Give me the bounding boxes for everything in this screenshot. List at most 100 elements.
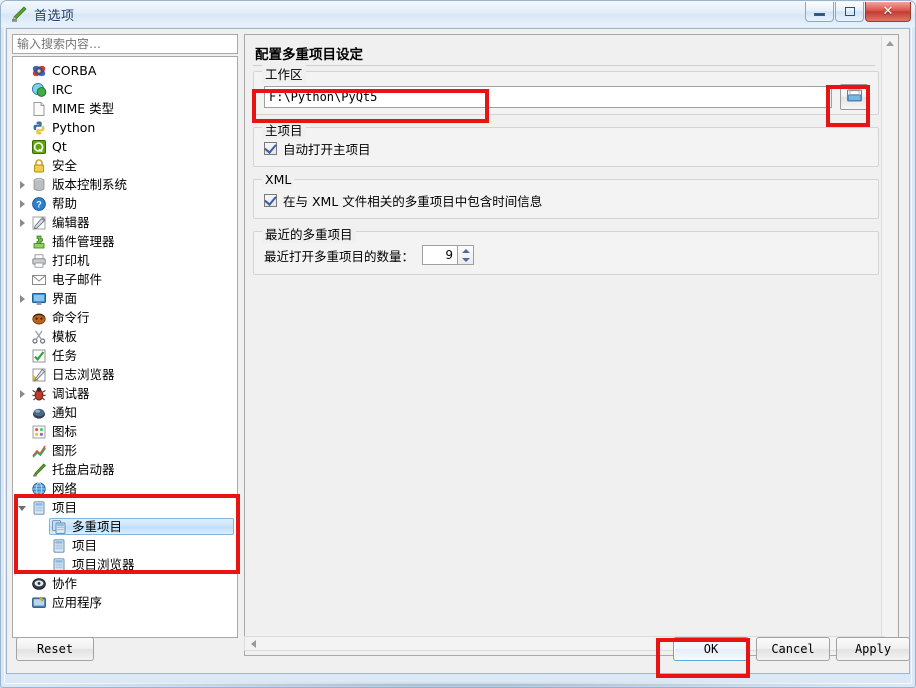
cancel-button[interactable]: Cancel — [756, 637, 830, 661]
tree-item-content[interactable]: 项目 — [49, 537, 234, 554]
close-button[interactable]: ✕ — [865, 2, 911, 22]
tree-item-label: 帮助 — [52, 195, 78, 211]
tree-item-content[interactable]: 协作 — [29, 575, 234, 592]
tree-item-23[interactable]: 项目 — [13, 498, 237, 517]
tree-item-content[interactable]: IRC — [29, 81, 234, 98]
tree-item-content[interactable]: 应用程序 — [29, 594, 234, 611]
tree-item-content[interactable]: 日志浏览器 — [29, 366, 234, 383]
tree-item-content[interactable]: 多重项目 — [49, 518, 234, 535]
stepper-down-icon[interactable] — [461, 257, 470, 262]
search-input[interactable] — [12, 34, 238, 54]
tree-item-17[interactable]: 调试器 — [13, 384, 237, 403]
recent-count-stepper[interactable] — [458, 245, 475, 265]
tree-item-11[interactable]: 电子邮件 — [13, 270, 237, 289]
tree-item-28[interactable]: 应用程序 — [13, 593, 237, 612]
tree-item-content[interactable]: 打印机 — [29, 252, 234, 269]
tree-item-19[interactable]: 图标 — [13, 422, 237, 441]
recent-count-input[interactable]: 9 — [422, 245, 459, 265]
tree-item-2[interactable]: MIME 类型 — [13, 99, 237, 118]
tree-item-content[interactable]: 调试器 — [29, 385, 234, 402]
recent-group-label: 最近的多重项目 — [262, 224, 356, 243]
title-bar[interactable]: 首选项 ✕ — [1, 1, 915, 27]
expand-arrow-icon[interactable] — [15, 178, 29, 192]
scroll-left-button[interactable] — [246, 637, 260, 650]
collapse-arrow-icon[interactable] — [15, 501, 29, 515]
auto-open-main-project-row[interactable]: 自动打开主项目 — [264, 139, 868, 158]
tree-item-content[interactable]: 版本控制系统 — [29, 176, 234, 193]
ok-button[interactable]: OK — [673, 637, 749, 661]
tree-item-content[interactable]: Qt — [29, 138, 234, 155]
vcs-icon — [31, 177, 47, 193]
apply-button[interactable]: Apply — [836, 637, 910, 661]
expand-arrow-icon[interactable] — [15, 387, 29, 401]
preferences-tree[interactable]: CORBA IRC MIME 类型 Python Qt 安全版本控制系统 ? 帮助编辑器插件管… — [12, 56, 238, 638]
tree-item-5[interactable]: 安全 — [13, 156, 237, 175]
tree-item-content[interactable]: 通知 — [29, 404, 234, 421]
tree-item-25[interactable]: 项目 — [13, 536, 237, 555]
tree-item-12[interactable]: 界面 — [13, 289, 237, 308]
tree-item-7[interactable]: ? 帮助 — [13, 194, 237, 213]
xml-timeinfo-row[interactable]: 在与 XML 文件相关的多重项目中包含时间信息 — [264, 191, 868, 210]
tree-item-label: 版本控制系统 — [52, 176, 128, 192]
expand-arrow-icon[interactable] — [15, 197, 29, 211]
tree-item-27[interactable]: 协作 — [13, 574, 237, 593]
tree-item-content[interactable]: ? 帮助 — [29, 195, 234, 212]
tree-item-content[interactable]: 命令行 — [29, 309, 234, 326]
tree-item-content[interactable]: 界面 — [29, 290, 234, 307]
tree-item-0[interactable]: CORBA — [13, 61, 237, 80]
auto-open-main-project-label: 自动打开主项目 — [283, 142, 371, 157]
tree-item-9[interactable]: 插件管理器 — [13, 232, 237, 251]
workspace-path-input[interactable] — [264, 86, 832, 108]
tree-item-label: Python — [52, 119, 96, 135]
tree-item-10[interactable]: 打印机 — [13, 251, 237, 270]
tree-item-content[interactable]: 项目 — [29, 499, 234, 516]
tree-item-22[interactable]: 网络 — [13, 479, 237, 498]
tree-item-21[interactable]: 托盘启动器 — [13, 460, 237, 479]
tree-item-label: 任务 — [52, 347, 78, 363]
stepper-up-icon[interactable] — [461, 248, 470, 253]
xml-timeinfo-checkbox[interactable] — [264, 193, 277, 207]
tree-item-15[interactable]: 任务 — [13, 346, 237, 365]
expand-arrow-icon[interactable] — [15, 292, 29, 306]
tree-item-24[interactable]: 多重项目 — [13, 517, 237, 536]
tree-item-16[interactable]: 日志浏览器 — [13, 365, 237, 384]
tree-item-content[interactable]: MIME 类型 — [29, 100, 234, 117]
tree-item-content[interactable]: 安全 — [29, 157, 234, 174]
tree-item-content[interactable]: 电子邮件 — [29, 271, 234, 288]
tree-item-content[interactable]: 托盘启动器 — [29, 461, 234, 478]
tree-item-content[interactable]: Python — [29, 119, 234, 136]
expand-arrow-icon[interactable] — [15, 216, 29, 230]
settings-vertical-scrollbar[interactable] — [881, 36, 897, 654]
tree-item-content[interactable]: CORBA — [29, 62, 234, 79]
restore-button[interactable] — [835, 2, 864, 22]
tree-item-14[interactable]: 模板 — [13, 327, 237, 346]
tree-item-13[interactable]: 命令行 — [13, 308, 237, 327]
tree-item-18[interactable]: 通知 — [13, 403, 237, 422]
tree-item-content[interactable]: 网络 — [29, 480, 234, 497]
tree-item-content[interactable]: 插件管理器 — [29, 233, 234, 250]
open-folder-button[interactable] — [840, 84, 868, 110]
tree-item-content[interactable]: 编辑器 — [29, 214, 234, 231]
auto-open-main-project-checkbox[interactable] — [264, 141, 277, 155]
tree-item-content[interactable]: 任务 — [29, 347, 234, 364]
tree-item-3[interactable]: Python — [13, 118, 237, 137]
tree-item-content[interactable]: 模板 — [29, 328, 234, 345]
scroll-up-button[interactable] — [882, 36, 897, 50]
reset-button[interactable]: Reset — [16, 637, 94, 661]
tree-item-content[interactable]: 图标 — [29, 423, 234, 440]
tree-item-8[interactable]: 编辑器 — [13, 213, 237, 232]
tree-item-20[interactable]: 图形 — [13, 441, 237, 460]
tree-item-26[interactable]: 项目浏览器 — [13, 555, 237, 574]
workspace-group-label: 工作区 — [262, 64, 306, 83]
tree-item-6[interactable]: 版本控制系统 — [13, 175, 237, 194]
tree-item-1[interactable]: IRC — [13, 80, 237, 99]
dialog-body: CORBA IRC MIME 类型 Python Qt 安全版本控制系统 ? 帮助编辑器插件管… — [6, 28, 910, 674]
tree-item-content[interactable]: 项目浏览器 — [49, 556, 234, 573]
tree-item-label: 通知 — [52, 404, 78, 420]
minimize-button[interactable] — [805, 2, 834, 22]
tree-item-4[interactable]: Qt — [13, 137, 237, 156]
tree-item-content[interactable]: 图形 — [29, 442, 234, 459]
chevron-left-icon — [250, 639, 256, 648]
